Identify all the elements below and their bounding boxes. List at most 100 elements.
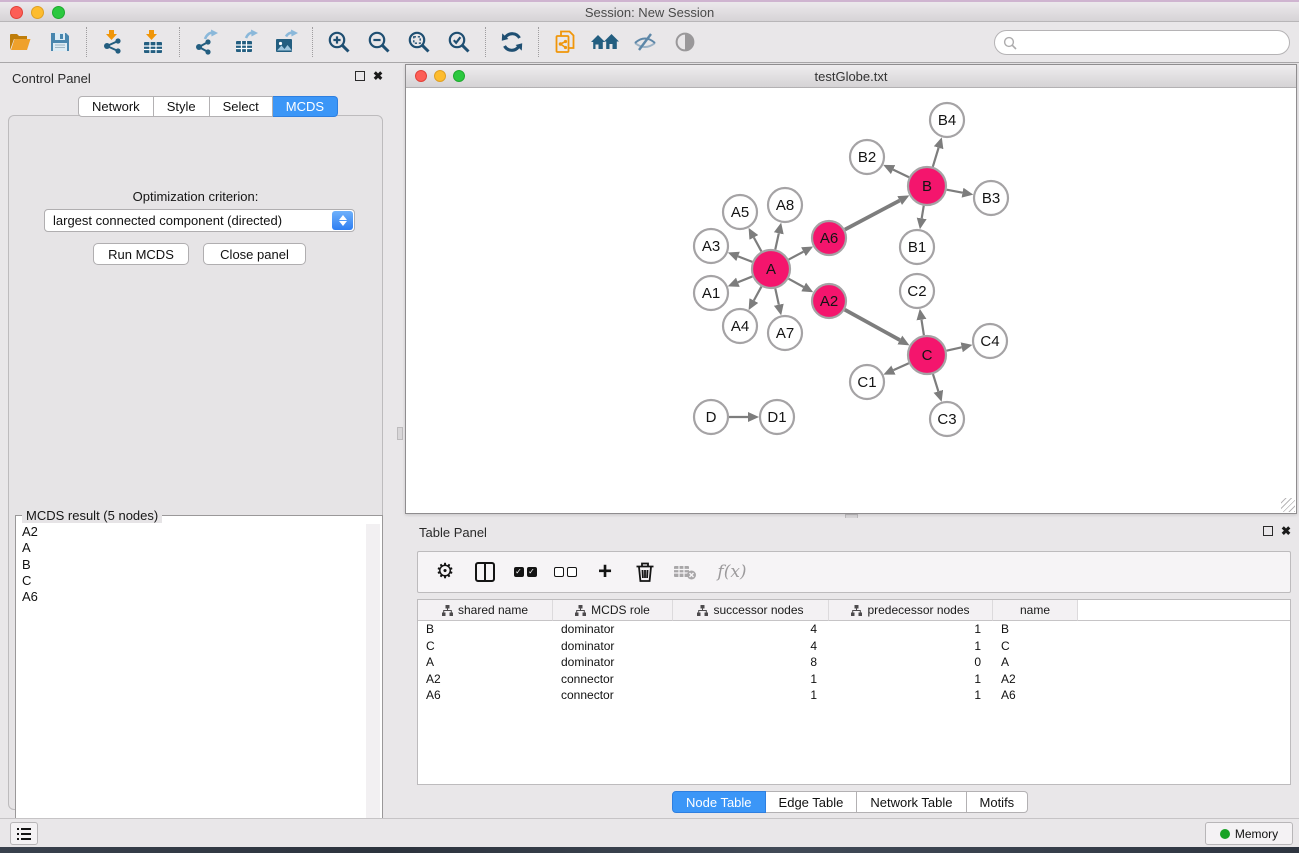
copy-network-icon[interactable] xyxy=(545,25,585,59)
import-table-icon[interactable] xyxy=(133,25,173,59)
table-cell[interactable]: 1 xyxy=(829,638,993,655)
function-builder-icon[interactable]: f(x) xyxy=(712,559,752,585)
graph-edge[interactable] xyxy=(933,148,939,167)
table-cell[interactable]: C xyxy=(993,638,1078,655)
memory-button[interactable]: Memory xyxy=(1205,822,1293,845)
table-cell[interactable]: A6 xyxy=(418,687,553,704)
zoom-selected-icon[interactable] xyxy=(439,25,479,59)
search-field[interactable] xyxy=(994,30,1290,55)
table-cell[interactable]: 1 xyxy=(673,687,829,704)
table-cell[interactable] xyxy=(1078,687,1290,704)
table-cell[interactable]: A2 xyxy=(993,671,1078,688)
mcds-result-scrollbar[interactable] xyxy=(366,524,380,850)
table-cell[interactable]: A2 xyxy=(418,671,553,688)
graph-edge[interactable] xyxy=(922,206,924,219)
tab-style[interactable]: Style xyxy=(154,96,210,117)
delete-table-icon[interactable] xyxy=(672,559,698,585)
graph-node-C2[interactable]: C2 xyxy=(900,274,934,308)
table-row[interactable]: A6connector11A6 xyxy=(418,687,1290,704)
table-cell[interactable]: 1 xyxy=(829,621,993,638)
table-cell[interactable]: B xyxy=(993,621,1078,638)
graph-node-C1[interactable]: C1 xyxy=(850,365,884,399)
close-panel-icon[interactable]: ✖ xyxy=(1281,526,1291,536)
graph-edge[interactable] xyxy=(893,363,908,370)
graph-node-C3[interactable]: C3 xyxy=(930,402,964,436)
graph-node-B2[interactable]: B2 xyxy=(850,140,884,174)
graph-edge[interactable] xyxy=(775,289,779,305)
graph-edge[interactable] xyxy=(933,374,938,391)
table-cell[interactable]: 1 xyxy=(829,687,993,704)
table-row[interactable]: Adominator80A xyxy=(418,654,1290,671)
tab-motifs[interactable]: Motifs xyxy=(967,791,1029,813)
table-row[interactable]: Cdominator41C xyxy=(418,638,1290,655)
graph-edge[interactable] xyxy=(947,347,962,350)
graph-node-A3[interactable]: A3 xyxy=(694,229,728,263)
graph-edge[interactable] xyxy=(754,237,762,251)
open-folder-icon[interactable] xyxy=(0,25,40,59)
select-all-icon[interactable]: ✓✓ xyxy=(512,559,538,585)
table-cell[interactable]: 0 xyxy=(829,654,993,671)
tab-network[interactable]: Network xyxy=(78,96,154,117)
graph-node-B4[interactable]: B4 xyxy=(930,103,964,137)
mcds-result-item[interactable]: C xyxy=(22,573,366,589)
hide-eye-icon[interactable] xyxy=(625,25,665,59)
graph-edge[interactable] xyxy=(789,279,804,287)
graph-edge[interactable] xyxy=(947,190,963,193)
graph-node-B3[interactable]: B3 xyxy=(974,181,1008,215)
graph-node-B[interactable]: B xyxy=(908,167,946,205)
graph-node-A1[interactable]: A1 xyxy=(694,276,728,310)
graph-node-D1[interactable]: D1 xyxy=(760,400,794,434)
export-table-icon[interactable] xyxy=(226,25,266,59)
export-network-icon[interactable] xyxy=(186,25,226,59)
mcds-result-item[interactable]: B xyxy=(22,557,366,573)
import-network-icon[interactable] xyxy=(93,25,133,59)
graph-node-A6[interactable]: A6 xyxy=(812,221,846,255)
tab-mcds[interactable]: MCDS xyxy=(273,96,338,117)
graph-edge[interactable] xyxy=(789,252,804,260)
tab-select[interactable]: Select xyxy=(210,96,273,117)
column-header-shared-name[interactable]: shared name xyxy=(418,600,553,621)
export-image-icon[interactable] xyxy=(266,25,306,59)
graph-edge[interactable] xyxy=(845,310,900,340)
table-cell[interactable]: dominator xyxy=(553,638,673,655)
add-column-icon[interactable]: + xyxy=(592,559,618,585)
tab-node-table[interactable]: Node Table xyxy=(672,791,766,813)
gear-icon[interactable]: ⚙ xyxy=(432,559,458,585)
window-resize-grip[interactable] xyxy=(1281,498,1295,512)
graph-edge[interactable] xyxy=(845,201,900,230)
mcds-result-item[interactable]: A2 xyxy=(22,524,366,540)
tab-edge-table[interactable]: Edge Table xyxy=(766,791,858,813)
run-mcds-button[interactable]: Run MCDS xyxy=(93,243,189,265)
vertical-splitter-handle[interactable] xyxy=(397,427,403,440)
delete-column-icon[interactable] xyxy=(632,559,658,585)
table-cell[interactable]: B xyxy=(418,621,553,638)
column-header-mcds-role[interactable]: MCDS role xyxy=(553,600,673,621)
homes-icon[interactable] xyxy=(585,25,625,59)
table-cell[interactable]: 1 xyxy=(673,671,829,688)
graph-node-C4[interactable]: C4 xyxy=(973,324,1007,358)
task-history-button[interactable] xyxy=(10,822,38,845)
contrast-eye-icon[interactable] xyxy=(665,25,705,59)
table-cell[interactable] xyxy=(1078,638,1290,655)
graph-node-C[interactable]: C xyxy=(908,336,946,374)
graph-edge[interactable] xyxy=(738,276,753,282)
table-cell[interactable]: C xyxy=(418,638,553,655)
network-window-titlebar[interactable]: testGlobe.txt xyxy=(406,65,1296,88)
refresh-icon[interactable] xyxy=(492,25,532,59)
deselect-all-icon[interactable]: ✓✓ xyxy=(552,559,578,585)
mcds-result-list[interactable]: A2ABCA6 xyxy=(18,524,366,850)
table-cell[interactable]: A xyxy=(418,654,553,671)
float-panel-icon[interactable] xyxy=(1263,526,1273,536)
columns-icon[interactable] xyxy=(472,559,498,585)
graph-node-A8[interactable]: A8 xyxy=(768,188,802,222)
table-cell[interactable] xyxy=(1078,671,1290,688)
network-graph-canvas[interactable]: B4B2BB3A8A5A6A3B1AC2A1A2A4A7C4CC1C3DD1 xyxy=(406,88,1296,513)
close-panel-button[interactable]: Close panel xyxy=(203,243,306,265)
table-cell[interactable]: dominator xyxy=(553,654,673,671)
mcds-result-item[interactable]: A xyxy=(22,540,366,556)
table-cell[interactable]: 1 xyxy=(829,671,993,688)
graph-edge[interactable] xyxy=(921,320,923,336)
graph-node-A4[interactable]: A4 xyxy=(723,309,757,343)
table-cell[interactable] xyxy=(1078,621,1290,638)
mcds-result-item[interactable]: A6 xyxy=(22,589,366,605)
